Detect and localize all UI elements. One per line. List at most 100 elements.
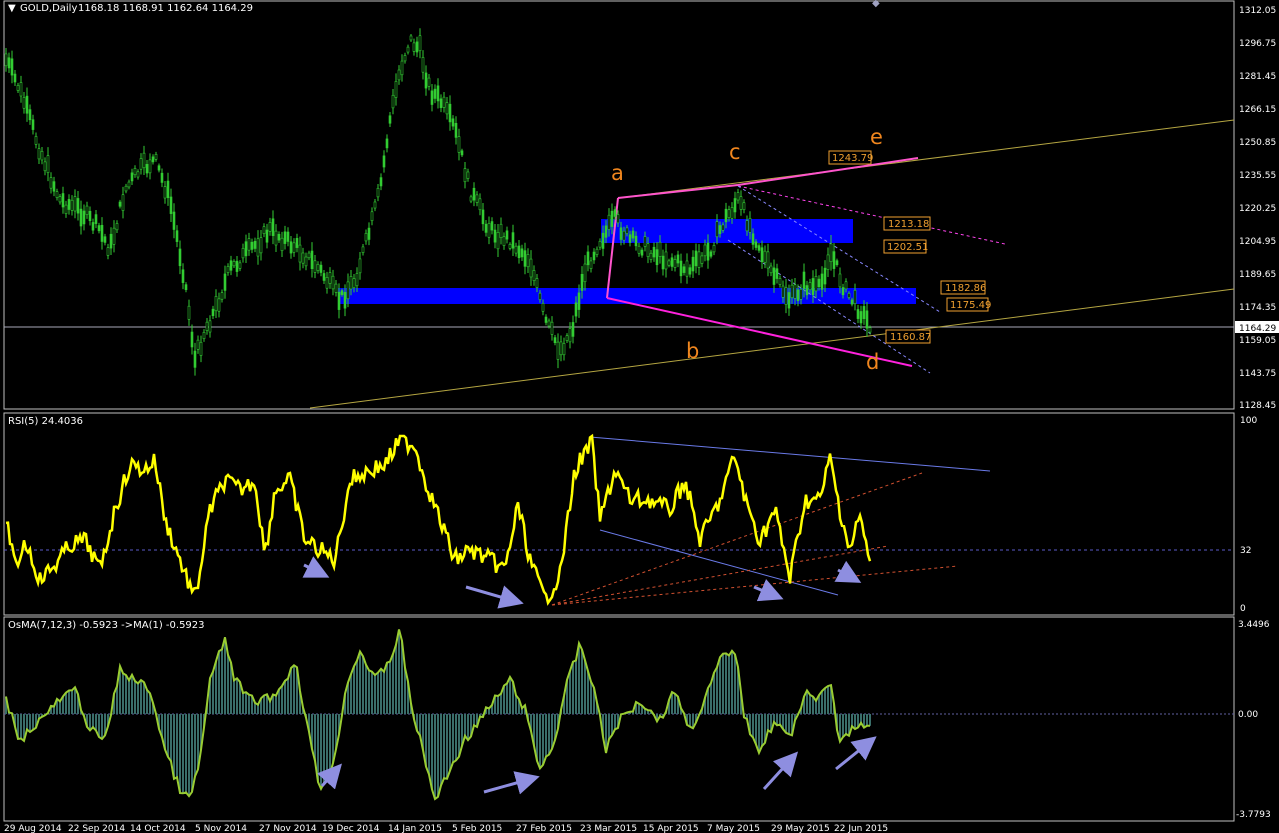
candle-body	[763, 250, 767, 263]
candle-body	[658, 241, 662, 257]
ohlc-readout: 1168.18 1168.91 1162.64 1164.29	[78, 3, 253, 14]
candle-body	[670, 257, 674, 267]
osma-bar	[233, 680, 235, 714]
candle-body	[235, 260, 239, 272]
price-tick: 1250.85	[1239, 138, 1276, 148]
osma-title: OsMA(7,12,3) -0.5923 ->MA(1) -0.5923	[8, 620, 205, 631]
osma-bar	[440, 714, 442, 786]
osma-bar	[824, 688, 826, 714]
date-tick: 14 Jan 2015	[388, 824, 442, 833]
candle-body	[676, 254, 680, 264]
candle-body	[598, 240, 602, 248]
candle-body	[829, 243, 833, 263]
date-tick: 27 Feb 2015	[516, 824, 572, 833]
price-tag[interactable]: 1175.49	[946, 297, 991, 312]
candle-body	[232, 261, 236, 267]
candle-body	[664, 251, 668, 270]
price-tag[interactable]: 1213.18	[883, 216, 931, 231]
candle-body	[79, 208, 83, 227]
candle-body	[454, 123, 458, 138]
candle-body	[217, 298, 221, 312]
osma-bar	[431, 714, 433, 790]
osma-bar	[539, 714, 541, 769]
date-tick: 29 May 2015	[771, 824, 830, 833]
osma-bar	[254, 702, 256, 714]
candle-body	[529, 258, 533, 278]
candle-body	[538, 292, 542, 300]
candle-body	[43, 161, 47, 172]
candle-body	[142, 152, 146, 169]
candle-body	[568, 328, 572, 343]
osma-bar	[758, 714, 760, 753]
candle-body	[511, 232, 515, 249]
wave-label-c: c	[729, 140, 741, 164]
osma-bar	[398, 629, 400, 714]
osma-bar	[242, 692, 244, 714]
price-tag[interactable]: 1243.79	[828, 150, 873, 165]
osma-bar	[287, 678, 289, 714]
candle-body	[520, 248, 524, 258]
chart-canvas[interactable]: ▼ GOLD,Daily 1168.18 1168.91 1162.64 116…	[0, 0, 1279, 833]
candle-body	[427, 77, 431, 87]
candle-body	[7, 57, 11, 69]
candle-body	[583, 263, 587, 283]
candle-body	[190, 331, 194, 348]
resistance-zone[interactable]	[601, 219, 853, 243]
candle-body	[727, 209, 731, 218]
osma-bar	[170, 714, 172, 762]
candle-body	[586, 251, 590, 266]
osma-bar	[785, 714, 787, 733]
osma-bar	[515, 695, 517, 714]
candle-body	[115, 223, 119, 231]
candle-body	[382, 155, 386, 168]
osma-bar	[674, 693, 676, 714]
date-axis: 29 Aug 2014 22 Sep 2014 14 Oct 2014 5 No…	[4, 824, 888, 833]
candle-body	[157, 165, 161, 171]
osma-bar	[467, 714, 469, 741]
candle-body	[757, 245, 761, 251]
candle-body	[535, 278, 539, 288]
osma-bar	[320, 714, 322, 789]
candle-body	[298, 244, 302, 263]
candle-body	[865, 310, 869, 329]
candle-body	[817, 278, 821, 288]
candle-body	[460, 150, 464, 156]
price-tick: 1296.75	[1239, 39, 1276, 49]
candle-body	[205, 321, 209, 331]
price-tick: 1312.05	[1239, 6, 1276, 16]
osma-bar	[92, 714, 94, 728]
candle-body	[289, 241, 293, 254]
candle-body	[223, 273, 227, 291]
osma-bar	[827, 686, 829, 714]
osma-bar	[368, 670, 370, 714]
candle-body	[448, 103, 452, 123]
candle-body	[172, 211, 176, 230]
candle-body	[103, 236, 107, 243]
collapse-arrow-icon[interactable]: ▼	[8, 3, 16, 14]
osma-bar	[281, 685, 283, 714]
price-tag[interactable]: 1160.87	[885, 329, 931, 344]
candle-body	[439, 98, 443, 108]
candle-body	[337, 291, 341, 310]
candle-body	[451, 118, 455, 127]
candle-body	[256, 238, 260, 257]
candle-body	[772, 267, 776, 285]
osma-bar	[350, 674, 352, 714]
candle-body	[475, 194, 479, 203]
candle-body	[214, 296, 218, 312]
osma-bar	[371, 671, 373, 714]
candle-body	[808, 282, 812, 291]
candle-body	[766, 251, 770, 269]
candle-body	[526, 254, 530, 268]
candle-body	[850, 299, 854, 305]
price-tag[interactable]: 1202.51	[883, 239, 928, 254]
osma-bar	[59, 701, 61, 714]
candle-body	[667, 260, 671, 266]
candle-body	[379, 177, 383, 187]
price-tag[interactable]: 1182.86	[940, 280, 986, 295]
candle-body	[613, 209, 617, 217]
main-pane[interactable]	[3, 0, 1235, 410]
candle-body	[139, 158, 143, 170]
candle-body	[412, 42, 416, 52]
osma-bar	[275, 695, 277, 714]
